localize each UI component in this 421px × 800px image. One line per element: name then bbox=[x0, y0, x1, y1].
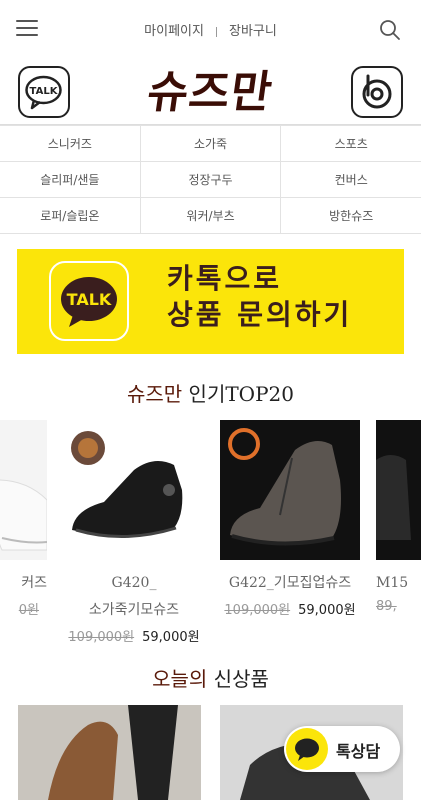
product-card[interactable]: M15 89, bbox=[376, 420, 421, 614]
product-card[interactable]: 커즈 0원 bbox=[0, 420, 47, 618]
product-name[interactable]: G420_ 소가죽기모슈즈 bbox=[64, 570, 204, 624]
product-name[interactable]: G422_기모집업슈즈 bbox=[220, 570, 360, 597]
popular-title-text: 인기TOP20 bbox=[182, 382, 294, 406]
product-name-line1[interactable]: G420_ bbox=[64, 570, 204, 597]
banner-text: 카톡으로 상품 문의하기 bbox=[167, 261, 352, 333]
banner-line2: 상품 문의하기 bbox=[167, 298, 353, 331]
product-price: 59,000원 bbox=[142, 630, 200, 645]
product-name-line2[interactable]: 소가죽기모슈즈 bbox=[64, 597, 204, 624]
category-converse[interactable]: 컨버스 bbox=[280, 161, 421, 198]
cart-link[interactable]: 장바구니 bbox=[229, 24, 277, 39]
category-winter-shoes[interactable]: 방한슈즈 bbox=[280, 197, 421, 234]
kakaotalk-inquiry-banner[interactable]: TALK 카톡으로 상품 문의하기 bbox=[17, 249, 404, 354]
svg-text:TALK: TALK bbox=[30, 86, 59, 97]
new-title-brand: 오늘의 bbox=[152, 667, 208, 691]
popular-products-carousel[interactable]: 커즈 0원 G420_ 소가죽기모슈즈 109,000원 59,000원 G42… bbox=[0, 420, 421, 650]
product-name[interactable]: 커즈 bbox=[0, 570, 47, 597]
kakaotalk-badge-icon: TALK bbox=[49, 261, 129, 341]
category-grid: 스니커즈 소가죽 스포츠 슬리퍼/샌들 정장구두 컨버스 로퍼/슬립온 워커/부… bbox=[0, 124, 421, 234]
product-card[interactable]: G422_기모집업슈즈 109,000원 59,000원 bbox=[220, 420, 360, 618]
product-old-price: 89, bbox=[376, 599, 397, 614]
divider bbox=[215, 26, 217, 37]
logo-row: TALK 슈즈만 bbox=[0, 60, 421, 124]
popular-section-title: 슈즈만 인기TOP20 bbox=[0, 378, 421, 407]
blog-icon[interactable] bbox=[351, 66, 403, 118]
new-title-text: 신상품 bbox=[207, 667, 269, 691]
category-dress-shoes[interactable]: 정장구두 bbox=[139, 161, 282, 198]
new-product-image[interactable] bbox=[18, 705, 201, 800]
chat-button-label: 톡상담 bbox=[336, 742, 381, 761]
banner-badge-text: TALK bbox=[67, 290, 112, 309]
banner-line1: 카톡으로 bbox=[167, 262, 283, 295]
mypage-link[interactable]: 마이페이지 bbox=[144, 24, 204, 39]
search-icon[interactable] bbox=[379, 19, 401, 41]
top-bar: 마이페이지 장바구니 bbox=[0, 0, 421, 60]
kakaotalk-icon[interactable]: TALK bbox=[18, 66, 70, 118]
product-name[interactable]: M15 bbox=[376, 570, 421, 597]
product-old-price: 109,000원 bbox=[224, 603, 291, 618]
category-sneakers[interactable]: 스니커즈 bbox=[0, 125, 141, 162]
category-cowhide[interactable]: 소가죽 bbox=[139, 125, 282, 162]
product-image[interactable] bbox=[376, 420, 421, 560]
product-image[interactable] bbox=[0, 420, 47, 560]
kakaotalk-chat-button[interactable]: 톡상담 bbox=[284, 726, 400, 772]
category-loafers-slipons[interactable]: 로퍼/슬립온 bbox=[0, 197, 141, 234]
product-old-price: 0원 bbox=[18, 603, 39, 618]
chat-bubble-icon bbox=[286, 728, 328, 770]
product-price: 59,000원 bbox=[298, 603, 356, 618]
category-walkers-boots[interactable]: 워커/부츠 bbox=[139, 197, 282, 234]
popular-title-brand: 슈즈만 bbox=[126, 382, 183, 406]
category-slippers-sandals[interactable]: 슬리퍼/샌들 bbox=[0, 161, 141, 198]
top-links: 마이페이지 장바구니 bbox=[0, 20, 421, 39]
product-card[interactable]: G420_ 소가죽기모슈즈 109,000원 59,000원 bbox=[64, 420, 204, 645]
product-old-price: 109,000원 bbox=[68, 630, 135, 645]
new-items-section-title: 오늘의 신상품 bbox=[0, 663, 421, 692]
product-image[interactable] bbox=[220, 420, 360, 560]
category-sports[interactable]: 스포츠 bbox=[280, 125, 421, 162]
site-logo[interactable]: 슈즈만 bbox=[126, 66, 294, 120]
product-image[interactable] bbox=[64, 420, 204, 560]
